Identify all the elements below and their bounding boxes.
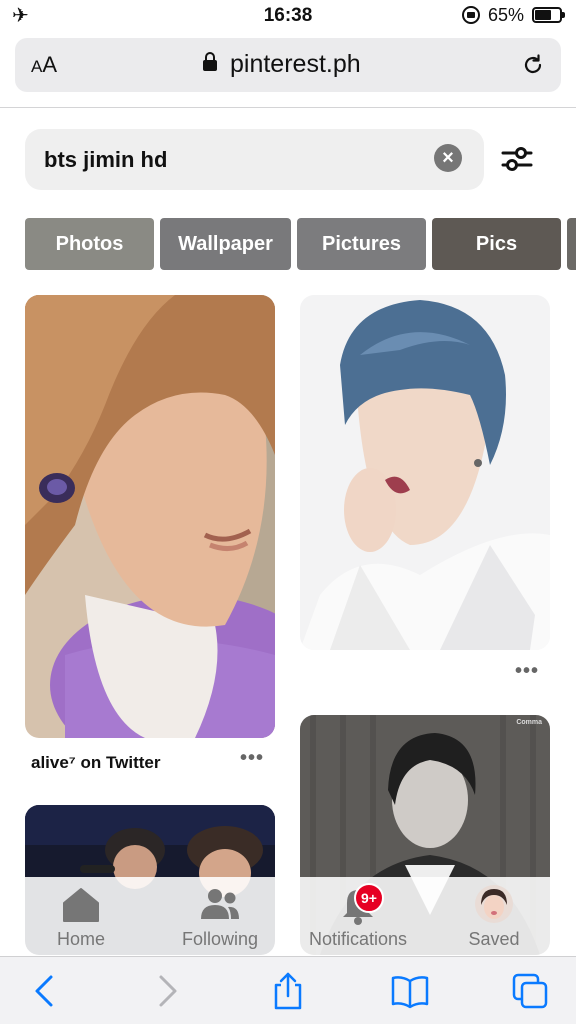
battery-percent: 65% [488, 5, 525, 25]
tab-home[interactable]: Home [25, 877, 137, 955]
back-icon[interactable] [26, 971, 66, 1011]
tab-following[interactable]: Following [165, 877, 275, 955]
battery-icon [532, 7, 565, 23]
pin-photo [300, 295, 550, 650]
home-icon [63, 888, 99, 922]
chip-photos[interactable]: Photos [25, 218, 154, 270]
rotation-lock-icon [462, 6, 480, 24]
search-input[interactable]: bts jimin hd × [25, 129, 484, 190]
pin-image[interactable] [300, 295, 550, 650]
pin-photo [25, 295, 275, 738]
padlock-icon [203, 52, 217, 71]
chip-wallpaper[interactable]: Wallpaper [160, 218, 291, 270]
tabs-icon[interactable] [510, 971, 550, 1011]
pin-title[interactable]: alive⁷ on Twitter [31, 753, 161, 773]
browser-toolbar [0, 956, 576, 1024]
battery-fill [535, 10, 551, 20]
status-bar: ✈ 16:38 65% [0, 0, 576, 32]
bookmarks-icon[interactable] [390, 971, 430, 1011]
avatar [475, 885, 513, 923]
bottom-nav-bar: Home Following Notifications Saved [25, 877, 551, 955]
search-query[interactable]: bts jimin hd [44, 147, 167, 173]
reload-icon[interactable] [521, 53, 545, 77]
tab-label: Notifications [308, 929, 408, 949]
pin-image[interactable] [25, 295, 275, 738]
browser-address-area: AA pinterest.ph [0, 32, 576, 108]
people-icon [201, 889, 239, 919]
text-size-button[interactable]: AA [31, 52, 57, 78]
address-domain[interactable]: pinterest.ph [230, 50, 361, 79]
clear-icon[interactable]: × [434, 144, 462, 172]
forward-icon[interactable] [146, 971, 186, 1011]
avatar-image [475, 885, 513, 923]
tab-saved[interactable]: Saved [443, 877, 545, 955]
share-icon[interactable] [268, 971, 308, 1011]
pin-watermark: Comma [516, 719, 542, 726]
more-options-icon[interactable]: ••• [515, 660, 539, 683]
address-bar[interactable]: AA pinterest.ph [15, 38, 561, 92]
tab-label: Home [56, 929, 105, 949]
filter-sliders-icon[interactable] [500, 144, 534, 174]
tab-label: Following [181, 929, 259, 949]
tab-label: Saved [468, 929, 520, 949]
chip-more[interactable] [567, 218, 576, 270]
notifications-badge: 9+ [354, 883, 384, 913]
more-options-icon[interactable]: ••• [240, 747, 264, 770]
chip-pictures[interactable]: Pictures [297, 218, 426, 270]
chip-pics[interactable]: Pics [432, 218, 561, 270]
